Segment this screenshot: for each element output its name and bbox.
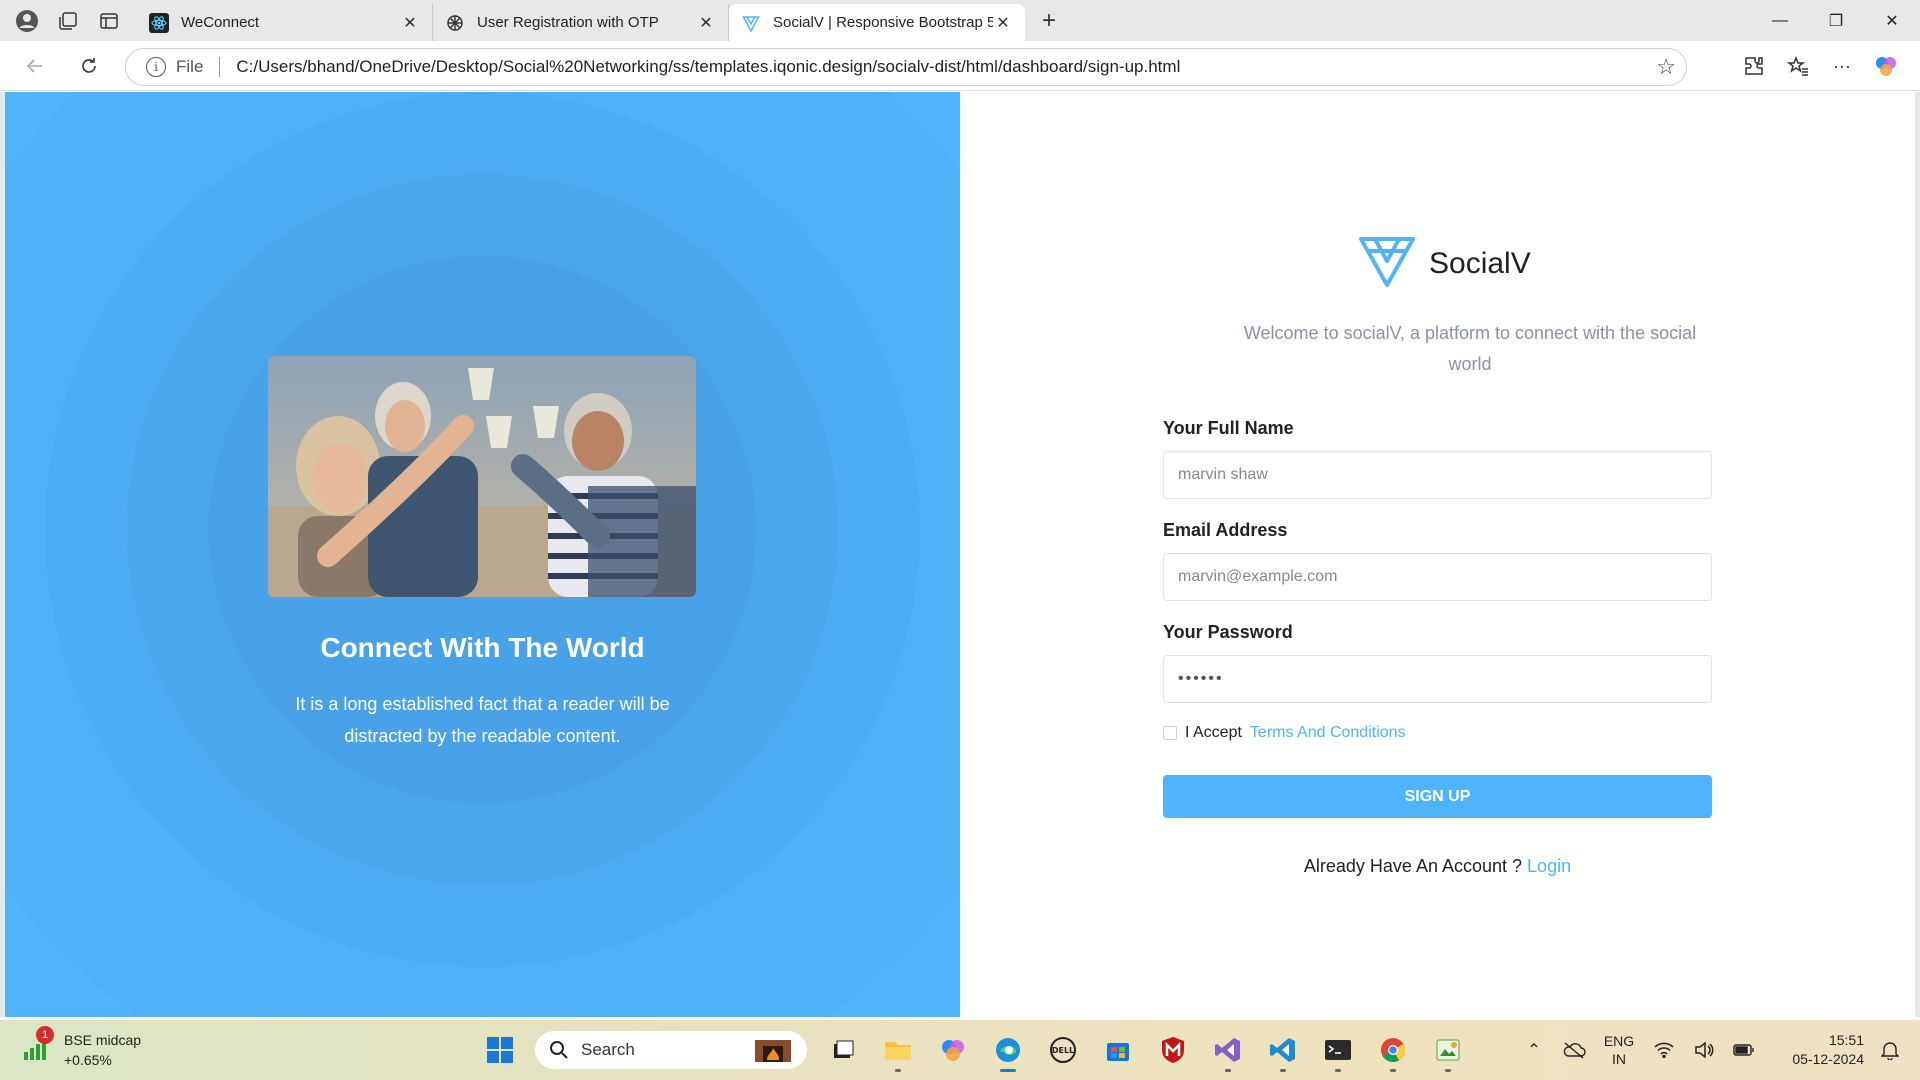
email-label: Email Address: [1163, 520, 1288, 540]
socialv-logo-icon: [1357, 233, 1417, 294]
svg-text:DELL: DELL: [1051, 1046, 1073, 1055]
accept-label: I Accept: [1185, 724, 1242, 741]
login-prompt: Already Have An Account ? Login: [960, 856, 1915, 877]
copilot-icon[interactable]: [1864, 48, 1908, 84]
signup-panel: SocialV Welcome to socialV, a platform t…: [960, 92, 1915, 1017]
tab-bar: WeConnect ✕ User Registration with OTP ✕…: [0, 0, 1920, 41]
hero-subtitle: It is a long established fact that a rea…: [295, 694, 670, 746]
taskbar: 1 BSE midcap +0.65% Search DELL ⌃ ENG IN…: [0, 1020, 1920, 1080]
search-label: Search: [581, 1040, 635, 1059]
scheme-label: File: [176, 57, 204, 76]
hero-photo: [268, 356, 696, 597]
password-field[interactable]: ••••••: [1163, 655, 1712, 703]
favorites-icon[interactable]: [1776, 48, 1820, 84]
address-bar-row: i File C:/Users/bhand/OneDrive/Desktop/S…: [0, 41, 1920, 91]
system-tray: ⌃ ENG IN 15:51 05-12-2024: [1514, 1020, 1920, 1080]
welcome-text: Welcome to socialV, a platform to connec…: [1243, 323, 1697, 374]
tab-title: WeConnect: [181, 14, 260, 31]
dell-icon[interactable]: DELL: [1035, 1028, 1090, 1072]
brand-name: SocialV: [1429, 246, 1531, 280]
close-window-icon[interactable]: ✕: [1864, 0, 1920, 41]
site-info-icon[interactable]: i: [146, 57, 166, 77]
react-icon: [149, 12, 169, 33]
hero-title: Connect With The World: [320, 632, 645, 663]
edge-icon[interactable]: [980, 1028, 1035, 1072]
tab-user-registration[interactable]: User Registration with OTP ✕: [433, 4, 729, 41]
password-label: Your Password: [1163, 622, 1293, 642]
lang-line1: ENG: [1603, 1033, 1635, 1049]
window-controls: — ❐ ✕: [1752, 0, 1920, 41]
vscode-icon[interactable]: [1255, 1028, 1310, 1072]
close-tab-icon[interactable]: ✕: [696, 13, 716, 33]
search-icon: [550, 1041, 568, 1059]
clock-date: 05-12-2024: [1792, 1051, 1864, 1067]
start-icon[interactable]: [472, 1028, 527, 1072]
notifications-bell-icon[interactable]: [1870, 1040, 1910, 1060]
stock-widget[interactable]: 1 BSE midcap +0.65%: [22, 1026, 142, 1070]
wifi-icon[interactable]: [1644, 1042, 1684, 1058]
clock-time: 15:51: [1828, 1032, 1864, 1048]
onedrive-icon[interactable]: [1554, 1041, 1594, 1059]
visual-studio-icon[interactable]: [1200, 1028, 1255, 1072]
tab-socialv[interactable]: SocialV | Responsive Bootstrap 5 A ✕: [729, 4, 1025, 41]
store-icon[interactable]: [1090, 1028, 1145, 1072]
tab-title: User Registration with OTP: [477, 14, 659, 31]
terms-row: I Accept Terms And Conditions: [1163, 724, 1406, 742]
tab-title: SocialV | Responsive Bootstrap 5 A: [773, 14, 993, 31]
widget-value: +0.65%: [64, 1052, 112, 1068]
login-link[interactable]: Login: [1527, 856, 1571, 876]
close-tab-icon[interactable]: ✕: [993, 13, 1013, 33]
tab-weconnect[interactable]: WeConnect ✕: [137, 4, 433, 41]
refresh-icon[interactable]: [71, 48, 107, 84]
new-tab-icon[interactable]: +: [1031, 3, 1067, 39]
favorite-star-icon[interactable]: ☆: [1656, 54, 1676, 80]
minimize-icon[interactable]: —: [1752, 0, 1808, 41]
chrome-icon[interactable]: [1365, 1028, 1420, 1072]
url-text[interactable]: C:/Users/bhand/OneDrive/Desktop/Social%2…: [236, 57, 1656, 77]
fullname-label: Your Full Name: [1163, 418, 1294, 438]
terms-link[interactable]: Terms And Conditions: [1250, 724, 1406, 742]
restore-icon[interactable]: ❐: [1808, 0, 1864, 41]
more-options-icon[interactable]: ···: [1820, 48, 1864, 84]
tab-actions-icon[interactable]: [95, 7, 123, 35]
hero-panel: Connect With The World It is a long esta…: [5, 92, 960, 1017]
terminal-icon[interactable]: [1310, 1028, 1365, 1072]
fireplace-icon: [753, 1034, 793, 1067]
copilot-app-icon[interactable]: [925, 1028, 980, 1072]
profile-icon[interactable]: [13, 7, 41, 35]
already-text: Already Have An Account ?: [1303, 856, 1523, 876]
clock[interactable]: 15:51 05-12-2024: [1764, 1031, 1864, 1069]
extensions-icon[interactable]: [1732, 48, 1776, 84]
widget-title: BSE midcap: [64, 1032, 142, 1048]
volume-icon[interactable]: [1684, 1041, 1724, 1059]
fullname-field[interactable]: marvin shaw: [1163, 451, 1712, 499]
chatgpt-icon: [445, 13, 465, 33]
terms-checkbox[interactable]: [1163, 726, 1177, 740]
page-content: Connect With The World It is a long esta…: [0, 92, 1920, 1017]
file-explorer-icon[interactable]: [870, 1028, 925, 1072]
email-field[interactable]: marvin@example.com: [1163, 553, 1712, 601]
paint-icon[interactable]: [1420, 1028, 1475, 1072]
taskbar-apps: Search DELL: [472, 1028, 1475, 1072]
language-indicator[interactable]: ENG IN: [1594, 1032, 1644, 1068]
lang-line2: IN: [1612, 1051, 1626, 1067]
show-hidden-icons[interactable]: ⌃: [1514, 1040, 1554, 1060]
taskbar-search[interactable]: Search: [535, 1031, 807, 1069]
socialv-icon: [741, 13, 761, 33]
workspaces-icon[interactable]: [54, 7, 82, 35]
notification-badge: 1: [36, 1026, 54, 1044]
battery-icon[interactable]: [1724, 1043, 1764, 1057]
task-view-icon[interactable]: [815, 1028, 870, 1072]
signup-button[interactable]: SIGN UP: [1163, 775, 1712, 818]
back-icon[interactable]: [17, 48, 53, 84]
brand: SocialV: [1357, 233, 1531, 294]
toolbar-right: ···: [1732, 48, 1908, 84]
close-tab-icon[interactable]: ✕: [400, 13, 420, 33]
address-bar[interactable]: i File C:/Users/bhand/OneDrive/Desktop/S…: [125, 48, 1687, 86]
mcafee-icon[interactable]: [1145, 1028, 1200, 1072]
divider: [219, 57, 221, 77]
